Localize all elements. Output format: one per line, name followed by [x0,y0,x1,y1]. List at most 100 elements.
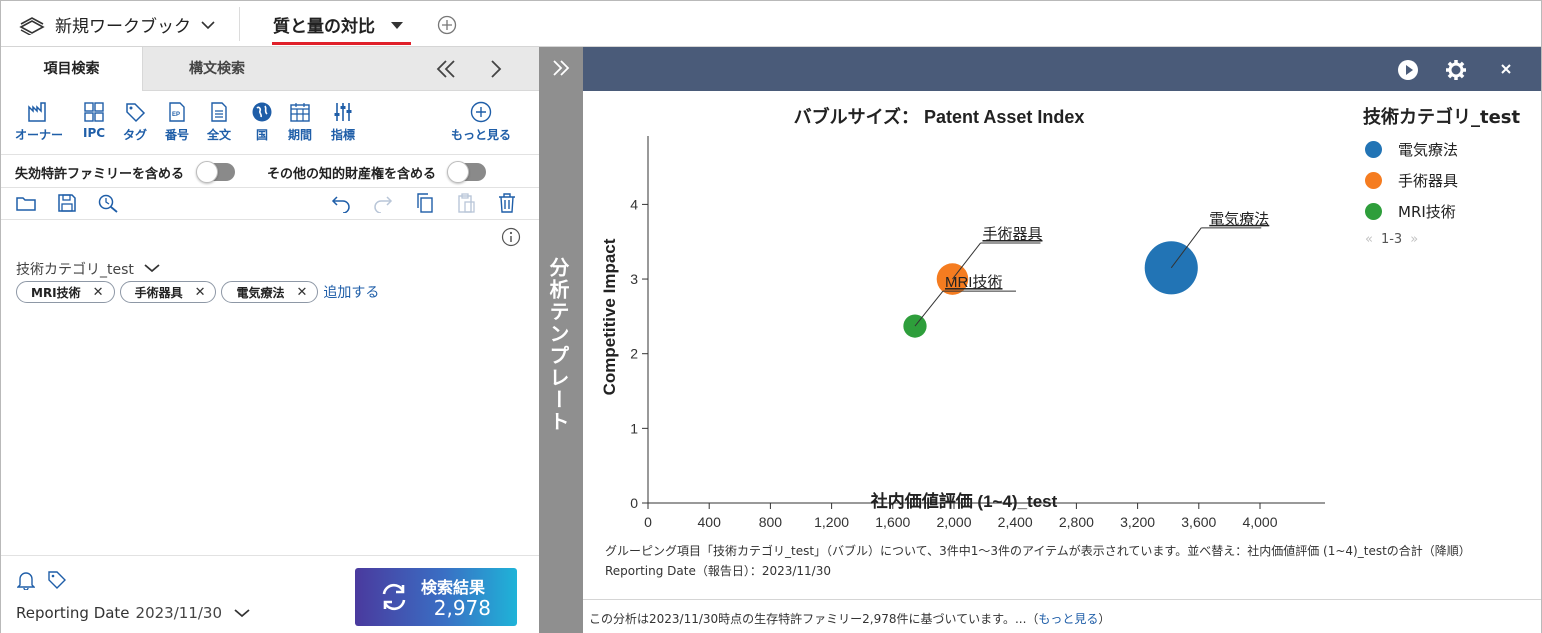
app-window: 新規ワークブック 質と量の対比 項目検索 構文検索 オーナー IPC タグ EP… [0,0,1542,633]
y-tick-label: 0 [630,495,638,511]
x-tick-label: 400 [698,514,722,530]
close-icon[interactable]: ✕ [297,285,308,300]
analysis-footer: この分析は2023/11/30時点の生存特許ファミリー2,978件に基づいていま… [583,599,1541,633]
trash-icon[interactable] [497,193,517,217]
add-category-link[interactable]: 追加する [323,282,379,302]
legend-swatch [1365,172,1382,189]
divider [1,219,539,220]
pager-prev-icon[interactable]: « [1365,232,1373,247]
chevron-down-icon [234,604,250,622]
x-tick-label: 4,000 [1242,514,1277,530]
data-label: 手術器具 [982,226,1042,243]
filter-fulltext[interactable]: 全文 [207,101,231,143]
toggle-other-ip[interactable] [447,161,486,183]
caret-down-icon[interactable] [391,15,403,35]
filter-icon-bar: オーナー IPC タグ EP 番号 全文 国 期間 指標 もっと見る [1,97,539,149]
chevron-down-icon [144,261,160,277]
y-tick-label: 3 [630,271,638,287]
tag-icon[interactable] [47,570,67,594]
y-axis-label: Competitive Impact [600,238,619,395]
close-icon[interactable]: ✕ [93,285,104,300]
toolbar [1,191,539,217]
filter-tag[interactable]: タグ [123,101,147,143]
filter-metric[interactable]: 指標 [331,101,355,143]
tab-field-search[interactable]: 項目検索 [1,47,143,91]
category-field[interactable]: 技術カテゴリ_test [16,259,160,279]
y-tick-label: 2 [630,346,638,362]
chip-label: 電気療法 [236,285,285,300]
reporting-date-selector[interactable]: Reporting Date 2023/11/30 [16,604,250,622]
category-chips: MRI技術 ✕ 手術器具 ✕ 電気療法 ✕ 追加する [16,281,379,303]
close-icon[interactable]: ✕ [195,285,206,300]
workbook-title: 新規ワークブック [55,17,191,37]
y-tick-label: 1 [630,420,638,436]
more-link[interactable]: もっと見る [1038,612,1098,626]
close-icon[interactable] [1499,61,1513,80]
calendar-icon [290,103,310,122]
legend-label: MRI技術 [1398,203,1456,221]
double-chevron-left-icon[interactable] [435,59,457,83]
tab-analysis[interactable]: 質と量の対比 [273,12,403,37]
filter-number[interactable]: EP 番号 [165,101,189,143]
pager-label: 1-3 [1380,232,1403,247]
add-tab-icon[interactable] [437,15,457,39]
chip-surgical: 手術器具 ✕ [119,281,217,303]
folder-open-icon[interactable] [15,193,37,217]
x-tick-label: 800 [759,514,783,530]
divider [239,7,240,41]
chip-electrotherapy: 電気療法 ✕ [221,281,319,303]
search-history-icon[interactable] [97,193,119,217]
legend-title: 技術カテゴリ_test [1363,107,1521,128]
save-icon[interactable] [57,193,77,217]
analysis-template-strip[interactable]: 分析テンプレート [539,47,583,633]
refresh-icon [382,583,406,611]
paste-icon[interactable] [456,193,476,217]
chip-mri: MRI技術 ✕ [16,281,115,303]
tag-icon [126,103,146,123]
chevron-right-icon[interactable] [489,59,503,83]
chip-label: MRI技術 [31,285,81,300]
search-results-button[interactable]: 検索結果 2,978 [355,568,517,626]
filter-period[interactable]: 期間 [288,101,312,143]
x-axis-label: 社内価値評価 (1~4)_test [870,491,1058,511]
copy-icon[interactable] [415,193,435,217]
search-tabs: 項目検索 構文検索 [1,47,539,91]
plus-circle-icon [470,101,492,123]
filter-period-label: 期間 [288,128,313,142]
search-results-count: 2,978 [433,596,491,620]
toggle-expired-families[interactable] [196,161,235,183]
double-chevron-right-icon[interactable] [551,59,571,81]
book-stack-icon [19,15,45,35]
legend-item[interactable]: 電気療法 [1365,139,1541,160]
legend-item[interactable]: MRI技術 [1365,201,1541,222]
filter-ipc[interactable]: IPC [83,101,105,140]
divider [1,154,539,155]
play-icon[interactable] [1397,59,1419,85]
chip-label: 手術器具 [134,285,183,300]
filter-more[interactable]: もっと見る [451,101,511,143]
filter-number-label: 番号 [165,128,190,142]
filter-metric-label: 指標 [331,128,356,142]
tab-syntax-search[interactable]: 構文検索 [143,47,291,91]
analysis-template-label: 分析テンプレート [546,257,570,433]
x-tick-label: 1,200 [814,514,849,530]
filter-ipc-label: IPC [83,126,106,140]
x-tick-label: 2,800 [1059,514,1094,530]
legend-swatch [1365,141,1382,158]
toggle-expired-label: 失効特許ファミリーを含める [15,167,185,182]
filter-owner[interactable]: オーナー [15,101,63,143]
legend-item[interactable]: 手術器具 [1365,170,1541,191]
legend-label: 電気療法 [1398,141,1459,159]
x-tick-label: 2,400 [998,514,1033,530]
pager-next-icon[interactable]: » [1410,232,1418,247]
x-tick-label: 3,600 [1181,514,1216,530]
category-field-label: 技術カテゴリ_test [16,262,134,278]
workbook-selector[interactable]: 新規ワークブック [19,12,215,37]
undo-icon[interactable] [331,193,351,217]
factory-icon [28,102,46,122]
gear-icon[interactable] [1445,59,1467,85]
redo-icon[interactable] [373,193,393,217]
filter-country[interactable]: 国 [251,101,273,143]
info-icon[interactable] [501,227,521,251]
bell-icon[interactable] [16,570,36,594]
